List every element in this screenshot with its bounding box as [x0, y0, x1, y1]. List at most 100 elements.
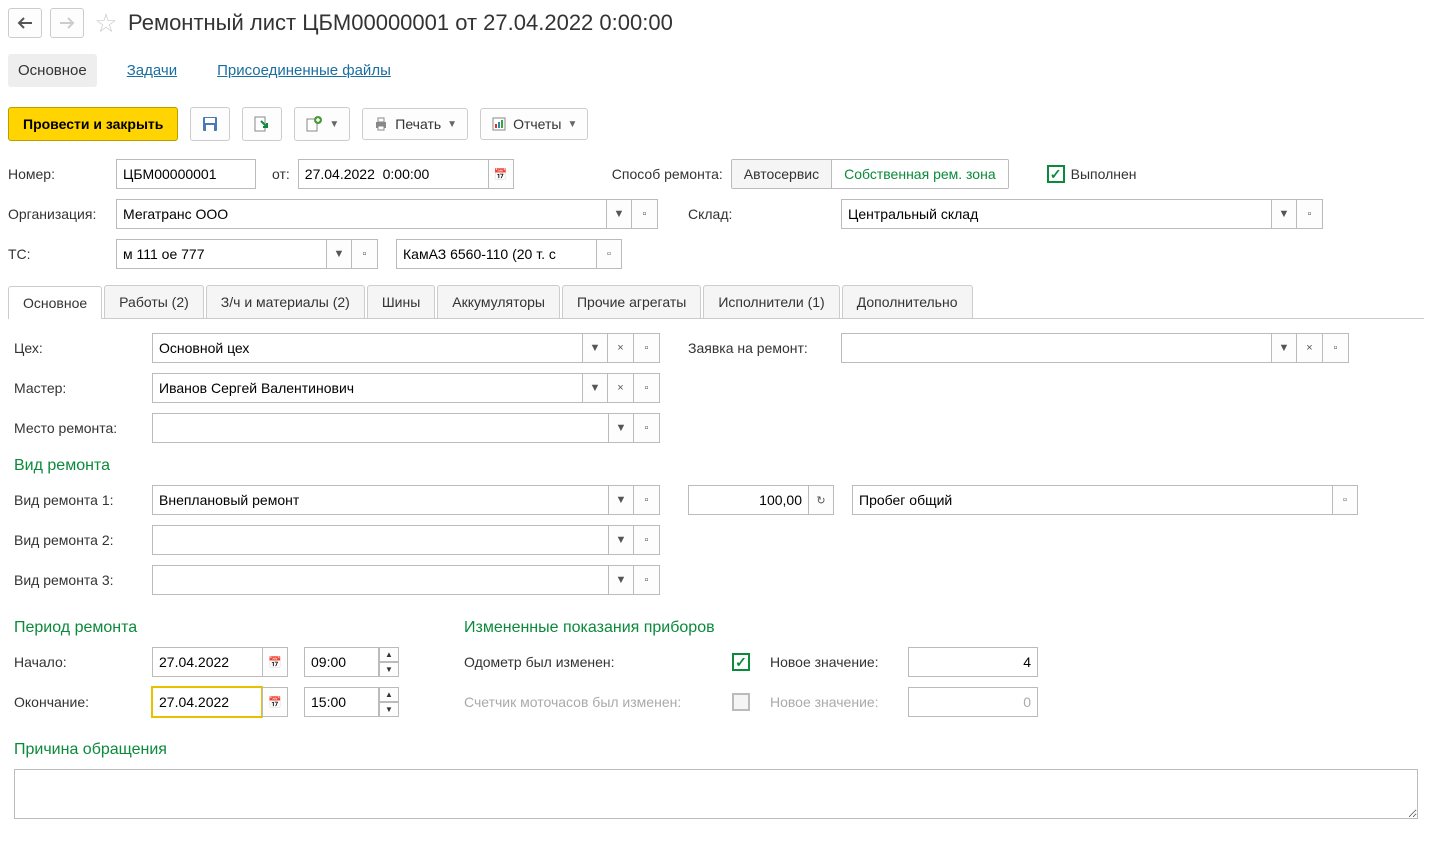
- new-odometer-input[interactable]: [908, 647, 1038, 677]
- spin-down[interactable]: ▼: [379, 662, 399, 677]
- repair-request-label: Заявка на ремонт:: [688, 340, 833, 356]
- ts-label: ТС:: [8, 246, 108, 262]
- end-date-input[interactable]: [152, 687, 262, 717]
- done-checkbox[interactable]: ✓: [1047, 165, 1065, 183]
- new-value-label: Новое значение:: [770, 654, 900, 670]
- done-label: Выполнен: [1071, 166, 1137, 182]
- ts-input[interactable]: [116, 239, 326, 269]
- start-date-input[interactable]: [152, 647, 262, 677]
- tab-parts[interactable]: З/ч и материалы (2): [206, 285, 365, 318]
- open-icon[interactable]: ▫: [634, 333, 660, 363]
- nav-forward-button[interactable]: [50, 8, 84, 38]
- dropdown-icon: ▼: [447, 119, 457, 130]
- clear-icon[interactable]: ×: [1297, 333, 1323, 363]
- odometer-type-input[interactable]: [852, 485, 1332, 515]
- calendar-icon[interactable]: 📅: [262, 647, 288, 677]
- open-icon[interactable]: ▫: [1323, 333, 1349, 363]
- calendar-icon[interactable]: 📅: [262, 687, 288, 717]
- tab-performers[interactable]: Исполнители (1): [703, 285, 839, 318]
- changed-section: Измененные показания приборов: [464, 619, 1038, 637]
- dropdown-icon[interactable]: ▼: [1271, 333, 1297, 363]
- clear-icon[interactable]: ×: [608, 333, 634, 363]
- open-icon[interactable]: ▫: [1297, 199, 1323, 229]
- dropdown-icon[interactable]: ▼: [608, 565, 634, 595]
- reason-textarea[interactable]: [14, 769, 1418, 819]
- odometer-value-input[interactable]: [688, 485, 808, 515]
- open-icon[interactable]: ▫: [634, 413, 660, 443]
- warehouse-input[interactable]: [841, 199, 1271, 229]
- repair-request-input[interactable]: [841, 333, 1271, 363]
- print-button[interactable]: Печать ▼: [362, 108, 468, 140]
- org-label: Организация:: [8, 206, 108, 222]
- dropdown-icon[interactable]: ▼: [326, 239, 352, 269]
- repair-type3-input[interactable]: [152, 565, 608, 595]
- open-icon[interactable]: ▫: [352, 239, 378, 269]
- repair-type-section: Вид ремонта: [14, 457, 1418, 475]
- save-button[interactable]: [190, 107, 230, 141]
- spin-up[interactable]: ▲: [379, 687, 399, 702]
- favorite-icon[interactable]: ☆: [92, 9, 120, 37]
- open-icon[interactable]: ▫: [634, 565, 660, 595]
- page-title: Ремонтный лист ЦБМ00000001 от 27.04.2022…: [128, 10, 673, 36]
- submit-close-button[interactable]: Провести и закрыть: [8, 107, 178, 141]
- dropdown-icon[interactable]: ▼: [582, 373, 608, 403]
- dropdown-icon[interactable]: ▼: [582, 333, 608, 363]
- repair-type1-label: Вид ремонта 1:: [14, 492, 144, 508]
- master-label: Мастер:: [14, 380, 144, 396]
- open-icon[interactable]: ▫: [596, 239, 622, 269]
- print-label: Печать: [395, 116, 441, 132]
- clear-icon[interactable]: ×: [608, 373, 634, 403]
- calendar-icon[interactable]: 📅: [488, 159, 514, 189]
- tab-tires[interactable]: Шины: [367, 285, 435, 318]
- method-autoservice[interactable]: Автосервис: [732, 160, 831, 188]
- tab-works[interactable]: Работы (2): [104, 285, 204, 318]
- open-icon[interactable]: ▫: [634, 373, 660, 403]
- odometer-changed-checkbox[interactable]: ✓: [732, 653, 750, 671]
- refresh-icon[interactable]: ↻: [808, 485, 834, 515]
- repair-type1-input[interactable]: [152, 485, 608, 515]
- end-label: Окончание:: [14, 694, 144, 710]
- master-input[interactable]: [152, 373, 582, 403]
- open-icon[interactable]: ▫: [634, 485, 660, 515]
- hour-counter-label: Счетчик моточасов был изменен:: [464, 694, 724, 710]
- tab-additional[interactable]: Дополнительно: [842, 285, 973, 318]
- repair-type2-label: Вид ремонта 2:: [14, 532, 144, 548]
- repair-type3-label: Вид ремонта 3:: [14, 572, 144, 588]
- open-icon[interactable]: ▫: [1332, 485, 1358, 515]
- shop-input[interactable]: [152, 333, 582, 363]
- number-label: Номер:: [8, 166, 108, 182]
- new-hour-input: [908, 687, 1038, 717]
- end-time-input[interactable]: [304, 687, 379, 717]
- view-tab-tasks[interactable]: Задачи: [117, 54, 187, 87]
- view-tab-files[interactable]: Присоединенные файлы: [207, 54, 401, 87]
- dropdown-icon[interactable]: ▼: [608, 485, 634, 515]
- tab-main[interactable]: Основное: [8, 286, 102, 319]
- dropdown-icon: ▼: [567, 119, 577, 130]
- repair-method-toggle[interactable]: Автосервис Собственная рем. зона: [731, 159, 1009, 189]
- dropdown-icon[interactable]: ▼: [606, 199, 632, 229]
- ts-model-input[interactable]: [396, 239, 596, 269]
- view-tab-main[interactable]: Основное: [8, 54, 97, 87]
- open-icon[interactable]: ▫: [632, 199, 658, 229]
- method-own[interactable]: Собственная рем. зона: [831, 160, 1008, 188]
- reports-button[interactable]: Отчеты ▼: [480, 108, 588, 140]
- open-icon[interactable]: ▫: [634, 525, 660, 555]
- tab-other-units[interactable]: Прочие агрегаты: [562, 285, 701, 318]
- start-time-input[interactable]: [304, 647, 379, 677]
- dropdown-icon[interactable]: ▼: [1271, 199, 1297, 229]
- repair-type2-input[interactable]: [152, 525, 608, 555]
- number-input[interactable]: [116, 159, 256, 189]
- dropdown-icon[interactable]: ▼: [608, 413, 634, 443]
- odometer-changed-label: Одометр был изменен:: [464, 654, 724, 670]
- new-hour-label: Новое значение:: [770, 694, 900, 710]
- submit-button[interactable]: [242, 107, 282, 141]
- org-input[interactable]: [116, 199, 606, 229]
- repair-place-input[interactable]: [152, 413, 608, 443]
- create-based-button[interactable]: ▼: [294, 107, 350, 141]
- dropdown-icon[interactable]: ▼: [608, 525, 634, 555]
- nav-back-button[interactable]: [8, 8, 42, 38]
- date-input[interactable]: [298, 159, 488, 189]
- tab-batteries[interactable]: Аккумуляторы: [437, 285, 560, 318]
- spin-down[interactable]: ▼: [379, 702, 399, 717]
- spin-up[interactable]: ▲: [379, 647, 399, 662]
